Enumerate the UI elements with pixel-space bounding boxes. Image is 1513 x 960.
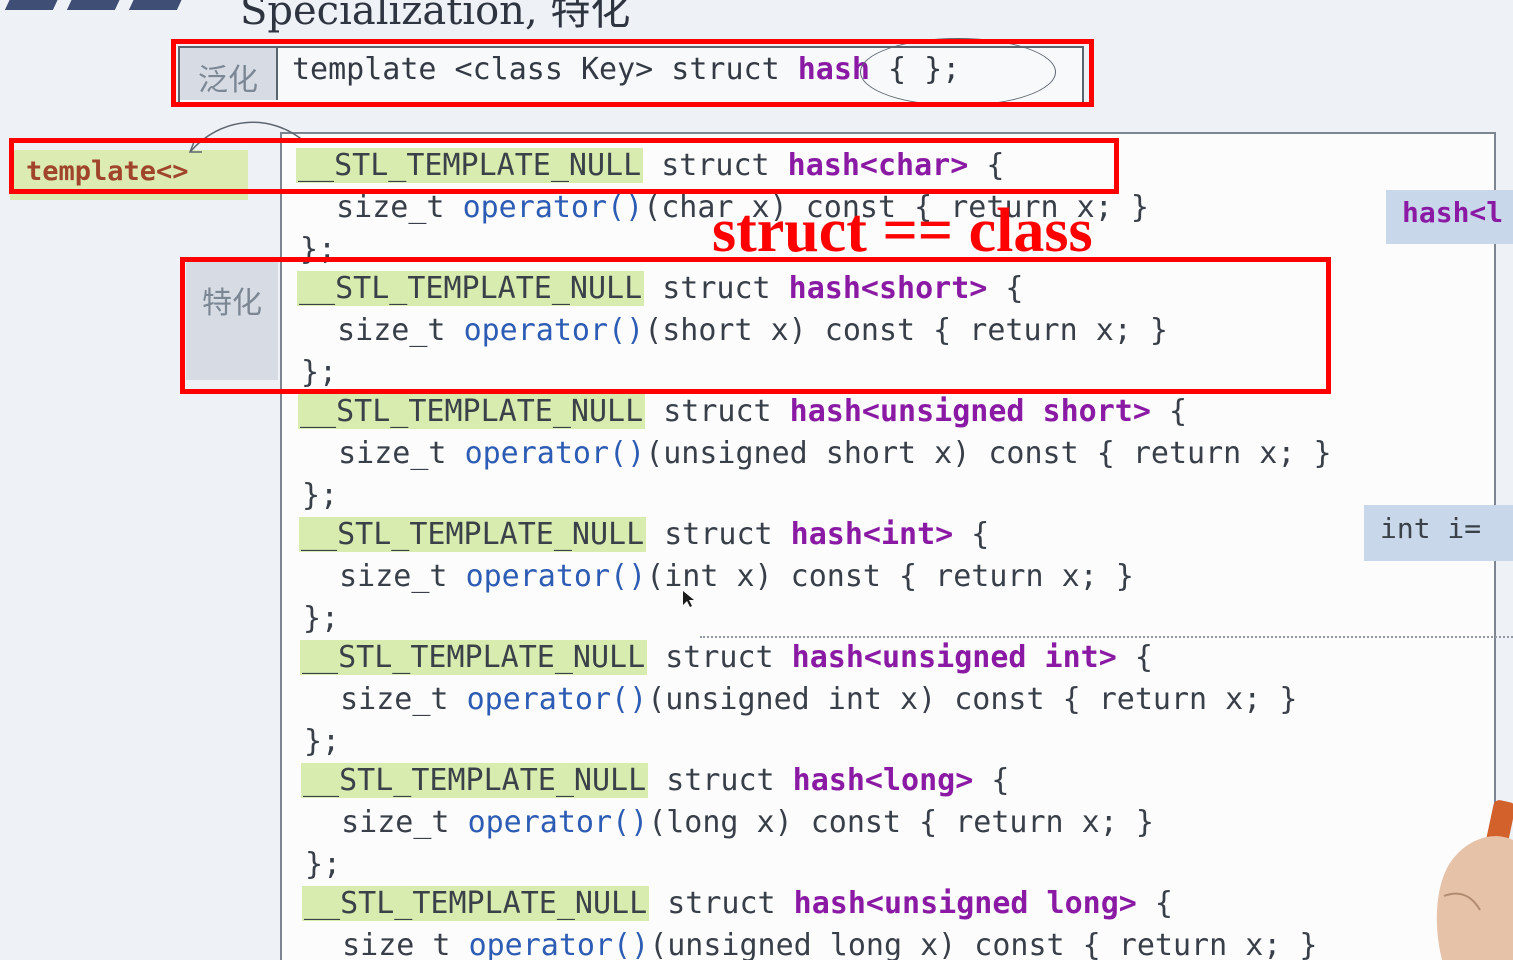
return-type: size_t: [300, 190, 463, 225]
macro-token: __STL_TEMPLATE_NULL: [300, 640, 648, 675]
operator-param: (unsigned short x): [645, 436, 971, 471]
operator-token: operator(): [467, 805, 649, 840]
return-type: size_t: [305, 805, 468, 840]
mouse-cursor-icon: [683, 591, 694, 607]
struct-keyword: struct: [648, 763, 793, 798]
operator-token: operator(): [466, 682, 648, 717]
operator-param: (unsigned long x): [649, 928, 957, 960]
closing-brace-line: };: [303, 601, 340, 636]
return-type: size_t: [304, 682, 467, 717]
hand-with-pen-icon: [1436, 800, 1513, 960]
struct-name: hash<int>: [790, 517, 954, 552]
struct-header-line: __STL_TEMPLATE_NULL struct hash<int> {: [299, 515, 989, 555]
operator-token: operator(): [462, 190, 644, 225]
struct-header-line: __STL_TEMPLATE_NULL struct hash<unsigned…: [300, 638, 1153, 678]
operator-line: size_t operator()(int x) const { return …: [303, 557, 1134, 597]
macro-token: __STL_TEMPLATE_NULL: [302, 886, 650, 921]
open-brace: {: [1150, 394, 1188, 429]
open-brace: {: [953, 517, 990, 552]
operator-param: (int x): [646, 559, 773, 594]
struct-keyword: struct: [646, 517, 791, 552]
struct-name: hash<unsigned short>: [789, 394, 1151, 429]
struct-name: hash<unsigned int>: [791, 640, 1117, 675]
red-box-specialization: [180, 257, 1331, 394]
closing-brace-line: };: [302, 478, 339, 513]
operator-token: operator(): [465, 559, 647, 594]
open-brace: {: [1136, 886, 1173, 921]
struct-keyword: struct: [649, 886, 794, 921]
operator-line: size_t operator()(unsigned int x) const …: [304, 680, 1297, 720]
struct-keyword: struct: [647, 640, 792, 675]
operator-body: const { return x; }: [772, 559, 1134, 594]
struct-name: hash<unsigned long>: [793, 886, 1137, 921]
closing-brace-line: };: [304, 724, 341, 759]
dotted-connector: [700, 636, 1513, 638]
return-type: size_t: [303, 559, 466, 594]
struct-keyword: struct: [645, 394, 790, 429]
operator-param: (long x): [648, 805, 793, 840]
operator-body: const { return x; }: [956, 928, 1318, 960]
return-type: size_t: [302, 436, 465, 471]
red-box-generalization: [171, 39, 1094, 107]
macro-token: __STL_TEMPLATE_NULL: [299, 517, 647, 552]
struct-header-line: __STL_TEMPLATE_NULL struct hash<long> {: [301, 761, 1009, 801]
operator-body: const { return x; }: [970, 436, 1332, 471]
closing-brace-line: };: [305, 847, 342, 882]
operator-line: size_t operator()(unsigned long x) const…: [306, 926, 1317, 960]
struct-header-line: __STL_TEMPLATE_NULL struct hash<unsigned…: [302, 884, 1173, 924]
operator-token: operator(): [468, 928, 650, 960]
operator-param: (unsigned int x): [647, 682, 937, 717]
struct-name: hash<long>: [792, 763, 974, 798]
macro-token: __STL_TEMPLATE_NULL: [298, 394, 646, 429]
open-brace: {: [1116, 640, 1153, 675]
return-type: size_t: [306, 928, 469, 960]
operator-token: operator(): [464, 436, 646, 471]
operator-line: size_t operator()(unsigned short x) cons…: [302, 434, 1332, 474]
struct-header-line: __STL_TEMPLATE_NULL struct hash<unsigned…: [298, 392, 1187, 432]
callout-int-text: int i=: [1380, 512, 1482, 545]
red-box-template: [9, 138, 1119, 194]
open-brace: {: [973, 763, 1010, 798]
callout-hash-text: hash<l: [1402, 196, 1504, 229]
operator-body: const { return x; }: [936, 682, 1298, 717]
macro-token: __STL_TEMPLATE_NULL: [301, 763, 649, 798]
page-title: Specialization, 特化: [240, 0, 631, 34]
annotation-struct-class: struct == class: [712, 197, 1093, 265]
operator-body: const { return x; }: [792, 805, 1154, 840]
title-decoration-bars: [0, 0, 190, 12]
operator-line: size_t operator()(long x) const { return…: [305, 803, 1154, 843]
